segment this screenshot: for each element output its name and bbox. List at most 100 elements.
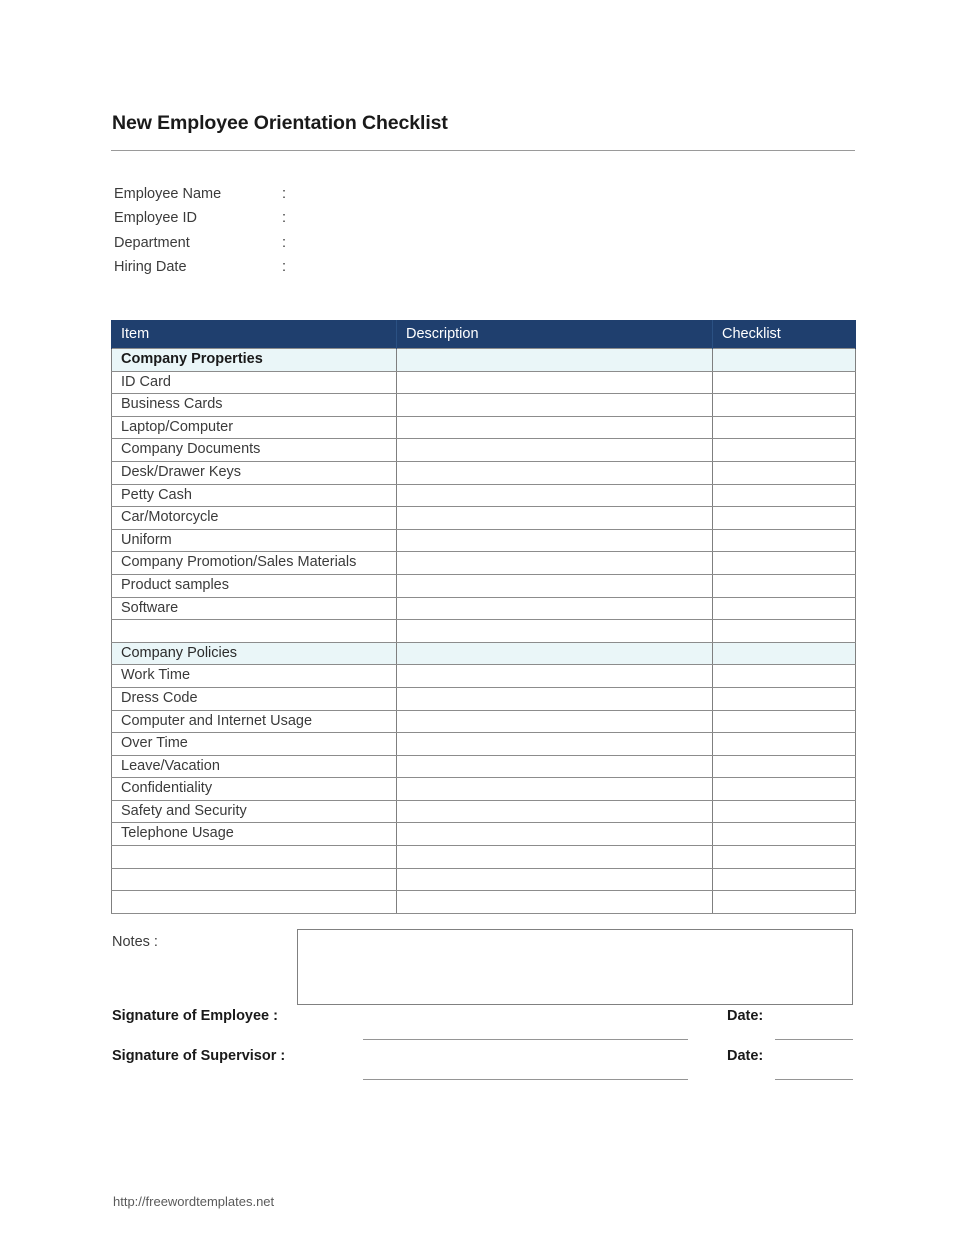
table-row bbox=[111, 619, 856, 643]
description-cell[interactable] bbox=[396, 822, 713, 847]
table-row: Car/Motorcycle bbox=[111, 506, 856, 530]
employee-name-colon: : bbox=[282, 186, 287, 202]
description-cell[interactable] bbox=[396, 528, 713, 553]
date-employee-line[interactable] bbox=[775, 1039, 853, 1040]
table-row: Confidentiality bbox=[111, 777, 856, 801]
checklist-cell[interactable] bbox=[712, 709, 856, 734]
description-cell[interactable] bbox=[396, 664, 713, 688]
checklist-cell[interactable] bbox=[712, 845, 856, 869]
table-row: Company Documents bbox=[111, 438, 856, 462]
checklist-cell[interactable] bbox=[712, 867, 856, 892]
checklist-cell[interactable] bbox=[712, 573, 856, 598]
employee-info-fields: Employee Name : Employee ID : Department… bbox=[114, 186, 514, 284]
employee-id-colon: : bbox=[282, 210, 287, 227]
item-cell: Company Promotion/Sales Materials bbox=[111, 551, 397, 575]
description-cell[interactable] bbox=[396, 754, 713, 779]
signature-supervisor-line[interactable] bbox=[363, 1079, 688, 1080]
description-cell[interactable] bbox=[396, 619, 713, 643]
table-body: Company Properties ID Card Business Cards L… bbox=[111, 348, 856, 914]
table-row: Uniform bbox=[111, 528, 856, 553]
checklist-cell[interactable] bbox=[712, 483, 856, 508]
checklist-cell[interactable] bbox=[712, 664, 856, 688]
item-cell: Product samples bbox=[111, 573, 397, 598]
table-section-row: Company Policies bbox=[111, 641, 856, 666]
description-cell[interactable] bbox=[396, 438, 713, 462]
checklist-cell[interactable] bbox=[712, 686, 856, 711]
date-supervisor-line[interactable] bbox=[775, 1079, 853, 1080]
footer-url: http://freewordtemplates.net bbox=[113, 1194, 275, 1209]
item-cell: Business Cards bbox=[111, 393, 397, 417]
table-row: Software bbox=[111, 596, 856, 621]
table-row bbox=[111, 890, 856, 914]
description-cell[interactable] bbox=[396, 845, 713, 869]
item-cell: Dress Code bbox=[111, 686, 397, 711]
description-cell[interactable] bbox=[396, 506, 713, 530]
checklist-cell[interactable] bbox=[712, 799, 856, 824]
checklist-cell[interactable] bbox=[712, 641, 856, 666]
item-cell: Desk/Drawer Keys bbox=[111, 460, 397, 485]
item-cell bbox=[111, 619, 397, 643]
item-cell: Leave/Vacation bbox=[111, 754, 397, 779]
table-row: Laptop/Computer bbox=[111, 415, 856, 440]
description-cell[interactable] bbox=[396, 732, 713, 756]
table-row: Over Time bbox=[111, 732, 856, 756]
signature-supervisor-label: Signature of Supervisor : bbox=[112, 1048, 286, 1064]
item-cell bbox=[111, 845, 397, 869]
checklist-cell[interactable] bbox=[712, 754, 856, 779]
table-row: Product samples bbox=[111, 573, 856, 598]
description-cell[interactable] bbox=[396, 370, 713, 395]
date-label-supervisor: Date: bbox=[727, 1048, 764, 1064]
employee-id-label: Employee ID bbox=[114, 210, 198, 227]
description-cell[interactable] bbox=[396, 393, 713, 417]
description-cell[interactable] bbox=[396, 686, 713, 711]
department-label: Department bbox=[114, 234, 190, 251]
checklist-cell[interactable] bbox=[712, 415, 856, 440]
table-row: ID Card bbox=[111, 370, 856, 395]
checklist-cell[interactable] bbox=[712, 438, 856, 462]
description-cell[interactable] bbox=[396, 799, 713, 824]
checklist-cell[interactable] bbox=[712, 777, 856, 801]
table-row: Telephone Usage bbox=[111, 822, 856, 847]
description-cell[interactable] bbox=[396, 890, 713, 914]
column-header-checklist: Checklist bbox=[712, 320, 856, 349]
signature-employee-line[interactable] bbox=[363, 1039, 688, 1040]
item-cell: Software bbox=[111, 596, 397, 621]
item-cell: Computer and Internet Usage bbox=[111, 709, 397, 734]
checklist-cell[interactable] bbox=[712, 596, 856, 621]
description-cell[interactable] bbox=[396, 483, 713, 508]
description-cell[interactable] bbox=[396, 596, 713, 621]
description-cell[interactable] bbox=[396, 551, 713, 575]
checklist-cell[interactable] bbox=[712, 890, 856, 914]
description-cell[interactable] bbox=[396, 777, 713, 801]
checklist-cell[interactable] bbox=[712, 370, 856, 395]
description-cell[interactable] bbox=[396, 348, 713, 372]
checklist-cell[interactable] bbox=[712, 732, 856, 756]
table-row: Work Time bbox=[111, 664, 856, 688]
item-cell: Work Time bbox=[111, 664, 397, 688]
checklist-cell[interactable] bbox=[712, 619, 856, 643]
checklist-cell[interactable] bbox=[712, 348, 856, 372]
table-row: Safety and Security bbox=[111, 799, 856, 824]
table-row: Computer and Internet Usage bbox=[111, 709, 856, 734]
orientation-checklist-table: Item Description Checklist Company Prope… bbox=[111, 320, 856, 914]
checklist-cell[interactable] bbox=[712, 460, 856, 485]
description-cell[interactable] bbox=[396, 641, 713, 666]
description-cell[interactable] bbox=[396, 867, 713, 892]
column-header-item: Item bbox=[111, 320, 397, 349]
hiring-date-label: Hiring Date bbox=[114, 259, 187, 276]
checklist-cell[interactable] bbox=[712, 822, 856, 847]
description-cell[interactable] bbox=[396, 709, 713, 734]
item-cell bbox=[111, 890, 397, 914]
date-label-employee: Date: bbox=[727, 1008, 764, 1024]
info-row-hiring-date: Hiring Date : bbox=[114, 259, 514, 283]
checklist-cell[interactable] bbox=[712, 506, 856, 530]
description-cell[interactable] bbox=[396, 460, 713, 485]
department-colon: : bbox=[282, 234, 287, 251]
description-cell[interactable] bbox=[396, 573, 713, 598]
checklist-cell[interactable] bbox=[712, 393, 856, 417]
notes-input[interactable] bbox=[297, 929, 853, 1005]
checklist-cell[interactable] bbox=[712, 528, 856, 553]
description-cell[interactable] bbox=[396, 415, 713, 440]
checklist-cell[interactable] bbox=[712, 551, 856, 575]
document-page: New Employee Orientation Checklist Emplo… bbox=[0, 0, 960, 1242]
